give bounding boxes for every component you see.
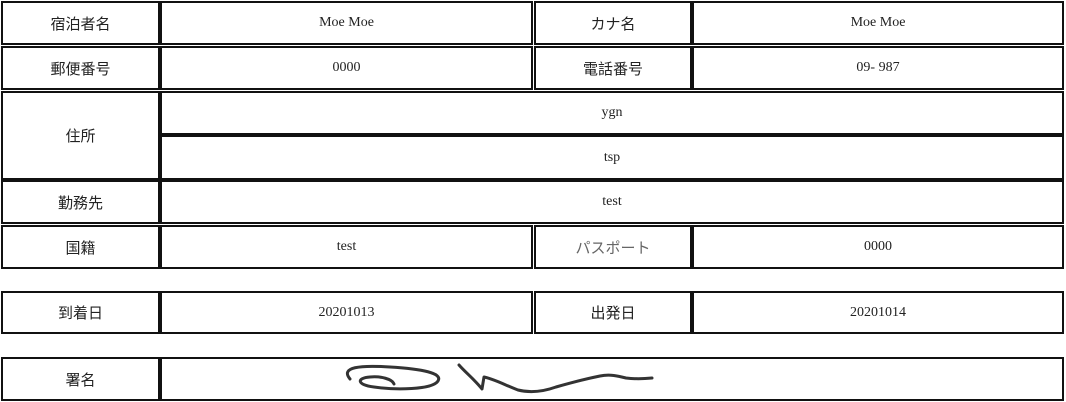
departure-label-text: 出発日 [590, 304, 636, 322]
phone-label: 電話番号 [534, 46, 692, 90]
signature-label-text: 署名 [65, 370, 96, 389]
phone-value: 09- 987 [856, 60, 900, 75]
workplace-label-text: 勤務先 [57, 193, 103, 212]
arrival-label: 到着日 [1, 291, 160, 334]
postal-code-field[interactable]: 0000 [160, 46, 533, 90]
guest-name-label: 宿泊者名 [1, 1, 160, 45]
guest-name-label-text: 宿泊者名 [50, 14, 111, 33]
passport-label: パスポート [534, 225, 692, 269]
kana-name-field[interactable]: Moe Moe [692, 1, 1064, 45]
postal-code-label-text: 郵便番号 [50, 59, 111, 78]
kana-name-label-text: カナ名 [590, 14, 636, 33]
address-line1-field[interactable]: ygn [160, 91, 1064, 135]
arrival-label-text: 到着日 [57, 304, 103, 322]
nationality-label-text: 国籍 [65, 238, 96, 257]
postal-code-value: 0000 [332, 60, 361, 75]
workplace-field[interactable]: test [160, 180, 1064, 224]
signature-drawing [346, 363, 654, 394]
phone-label-text: 電話番号 [582, 59, 643, 78]
address-label-text: 住所 [65, 127, 96, 145]
guest-name-value: Moe Moe [319, 15, 374, 30]
postal-code-label: 郵便番号 [1, 46, 160, 90]
address-line1-value: ygn [601, 105, 623, 120]
nationality-label: 国籍 [1, 225, 160, 269]
departure-label: 出発日 [534, 291, 692, 334]
address-line2-field[interactable]: tsp [160, 135, 1064, 180]
passport-label-text: パスポート [575, 238, 651, 257]
kana-name-label: カナ名 [534, 1, 692, 45]
guest-name-field[interactable]: Moe Moe [160, 1, 533, 45]
signature-label: 署名 [1, 357, 160, 401]
passport-value: 0000 [864, 239, 892, 254]
address-label: 住所 [1, 91, 160, 180]
departure-date-field[interactable]: 20201014 [692, 291, 1064, 334]
workplace-value: test [602, 194, 622, 209]
nationality-value: test [336, 239, 357, 254]
workplace-label: 勤務先 [1, 180, 160, 224]
arrival-date-field[interactable]: 20201013 [160, 291, 533, 334]
departure-date-value: 20201014 [850, 304, 906, 320]
address-line2-value: tsp [603, 149, 621, 165]
arrival-date-value: 20201013 [318, 304, 375, 320]
passport-field[interactable]: 0000 [692, 225, 1064, 269]
nationality-field[interactable]: test [160, 225, 533, 269]
kana-name-value: Moe Moe [850, 15, 906, 30]
phone-field[interactable]: 09- 987 [692, 46, 1064, 90]
